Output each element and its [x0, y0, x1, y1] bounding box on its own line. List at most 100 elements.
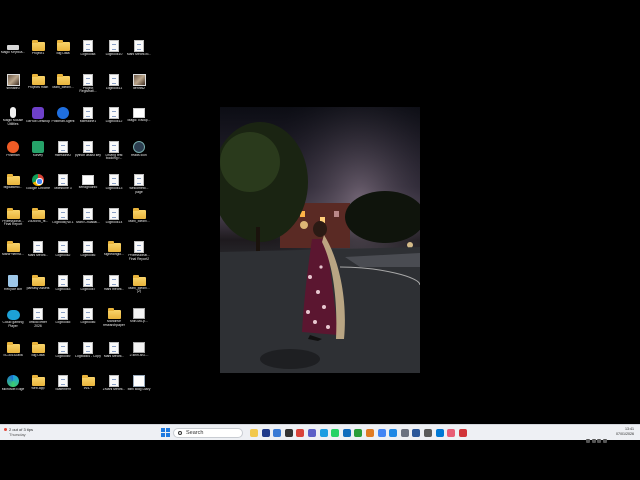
chrome-icon[interactable] — [377, 429, 386, 437]
desktop-icon[interactable]: Mahi Medhi-fo... — [126, 40, 152, 70]
document-icon — [58, 274, 68, 287]
desktop-icon[interactable]: Statement — [50, 375, 76, 405]
xbox-icon[interactable] — [354, 429, 363, 437]
desktop-icon[interactable]: Project1 — [25, 40, 51, 70]
photo-viewer-icon[interactable] — [447, 429, 456, 437]
desktop-icon[interactable]: sendgridinfo — [75, 174, 101, 204]
desktop-icon[interactable]: Magic Mouse Utilities — [0, 107, 26, 137]
desktop-icon[interactable]: Recycle Bin — [0, 274, 26, 305]
desktop-icon[interactable]: Logbook4 - Copy — [75, 341, 101, 372]
desktop-icon[interactable]: Logbook3 — [50, 274, 76, 305]
desktop-icon[interactable]: official letter 2026 — [25, 308, 51, 338]
document-icon — [109, 107, 119, 119]
snipping-icon[interactable] — [458, 429, 467, 437]
desktop-icon[interactable]: Big Data — [50, 40, 76, 70]
desktop-icon[interactable]: Mahi_Medhi... (2) — [126, 274, 152, 305]
desktop-icon[interactable]: Logbook7 — [75, 274, 101, 305]
whatsapp-icon[interactable] — [331, 429, 340, 437]
desktop-icon[interactable]: Professional... Final Report2 — [126, 241, 152, 271]
desktop-icon[interactable]: Mahdrive researchpaper — [101, 308, 127, 338]
blog-icon — [133, 375, 145, 387]
mail-icon[interactable] — [435, 429, 444, 437]
desktop-icon[interactable]: Logbook10 — [101, 40, 127, 70]
desktop-icon[interactable]: Project Registrati... — [75, 73, 101, 104]
desktop-icon[interactable]: shih-tzu-p... — [126, 308, 152, 338]
settings-icon[interactable] — [400, 429, 409, 437]
desktop-icon[interactable]: 2-shih-tzu-... — [126, 341, 152, 372]
clock[interactable]: 13:41 07/01/2026 — [616, 427, 634, 437]
desktop-icon-label: shihabru — [6, 86, 20, 90]
desktop-icon[interactable]: mahi medhi... — [101, 274, 127, 305]
desktop-icon-label: Logbook6 — [80, 254, 96, 257]
desktop-icon[interactable]: Big Data — [25, 341, 51, 372]
desktop-icon[interactable]: Logbook6 — [75, 241, 101, 271]
desktop-icon[interactable]: ZMahi Medhi... — [101, 375, 127, 405]
store-icon[interactable] — [273, 429, 282, 437]
desktop-icon[interactable]: Milestone1 — [75, 107, 101, 137]
desktop-icon[interactable]: Cloud gaming Player — [0, 308, 26, 338]
desktop-icon[interactable]: bigdatamo... — [0, 174, 26, 204]
desktop-icon[interactable]: welcometo... page — [126, 174, 152, 204]
desktop-icon[interactable]: Logbook6 — [75, 308, 101, 338]
desktop-icon[interactable]: pantasy Assets — [25, 274, 51, 305]
start-button[interactable] — [161, 428, 170, 437]
desktop-icon[interactable]: Postman — [0, 140, 26, 171]
desktop-icon[interactable]: Google Chrome — [25, 174, 51, 204]
desktop-icon[interactable]: Mini Blog Diary — [126, 375, 152, 405]
desktop-icon[interactable]: Magic Keyboa... — [0, 40, 26, 70]
desktop-icon[interactable]: GitHub Desktop — [25, 107, 51, 137]
vpn-icon[interactable] — [366, 429, 374, 437]
desktop-icon[interactable]: reads icon — [126, 140, 152, 171]
desktop-icon[interactable]: Logbook14 — [101, 207, 127, 238]
desktop-icon[interactable]: Mahi_Medhi... — [126, 207, 152, 238]
desktop-icon[interactable]: milestone2 — [50, 140, 76, 171]
postman-icon — [7, 140, 19, 153]
desktop-icon[interactable]: Projects main — [25, 73, 51, 104]
desktop-icon[interactable]: survey — [25, 140, 51, 171]
desktop-icon[interactable]: web-app — [25, 375, 51, 405]
desktop-icon[interactable]: Logbook2 — [50, 241, 76, 271]
desktop-icon[interactable]: Magic Trackp... — [126, 107, 152, 137]
desktop-icon[interactable]: signedinglo... — [101, 241, 127, 271]
desktop-icon[interactable]: SC3015Java — [0, 341, 26, 372]
desktop-icon[interactable]: Logbook(No.1 — [50, 207, 76, 238]
photos-icon[interactable] — [296, 429, 305, 437]
outlook-icon[interactable] — [342, 429, 351, 437]
desktop-icon[interactable]: MahiPhermo... — [0, 241, 26, 271]
desktop-icon[interactable]: Mahi Chuadal... — [75, 207, 101, 238]
desktop-icon-label: Google Chrome — [26, 187, 50, 190]
desktop-icon[interactable]: Logbook9 — [50, 341, 76, 372]
desktop-icon[interactable]: Professional... Final Report — [0, 207, 26, 238]
desktop-icon[interactable]: 2305596_fit... — [25, 207, 51, 238]
desktop-icon[interactable]: Postman Agent — [50, 107, 76, 137]
desktop-icon[interactable]: Logbook8 — [75, 40, 101, 70]
word-icon[interactable] — [412, 429, 421, 437]
weather-widget[interactable]: 2 out of 3 tips Thursday — [4, 427, 33, 437]
desktop-icon[interactable]: cv4-+ — [75, 375, 101, 405]
desktop-icon[interactable]: Mahi Medhi... — [101, 341, 127, 372]
desktop-icon[interactable]: Driving test booking r... — [101, 140, 127, 171]
calculator-icon[interactable] — [424, 429, 432, 437]
desktop-icon[interactable]: Logbook5 — [50, 308, 76, 338]
explorer-icon[interactable] — [250, 429, 258, 437]
edge-icon[interactable] — [319, 429, 328, 437]
desktop-icon[interactable]: Logbook12 — [101, 107, 127, 137]
desktop-icon[interactable]: Microsoft Edge — [0, 375, 26, 405]
desktop-icon-label: Mahi Medhi... — [27, 254, 49, 257]
desktop-icon[interactable]: Milestone 3 — [50, 174, 76, 204]
desktop-icon[interactable]: shihabru — [0, 73, 26, 104]
desktop-icon[interactable]: Logbook13 — [101, 174, 127, 204]
document-icon — [83, 107, 93, 119]
desktop-icon[interactable]: Logbook11 — [101, 73, 127, 104]
windows-logo-icon — [161, 428, 165, 432]
desktop-icon[interactable]: Mahi Medhi... — [25, 241, 51, 271]
system-tray[interactable] — [586, 430, 610, 443]
terminal-icon[interactable] — [284, 429, 293, 437]
vscode-icon[interactable] — [389, 429, 398, 437]
desktop-icon[interactable]: python assist key — [75, 140, 101, 171]
teams-icon[interactable] — [308, 429, 316, 437]
desktop-icon[interactable]: dennis2 — [126, 73, 152, 104]
taskbar-search[interactable]: Search — [173, 428, 243, 438]
widgets-icon[interactable] — [261, 429, 270, 437]
desktop-icon[interactable]: Mahi_Medhi... — [50, 73, 76, 104]
